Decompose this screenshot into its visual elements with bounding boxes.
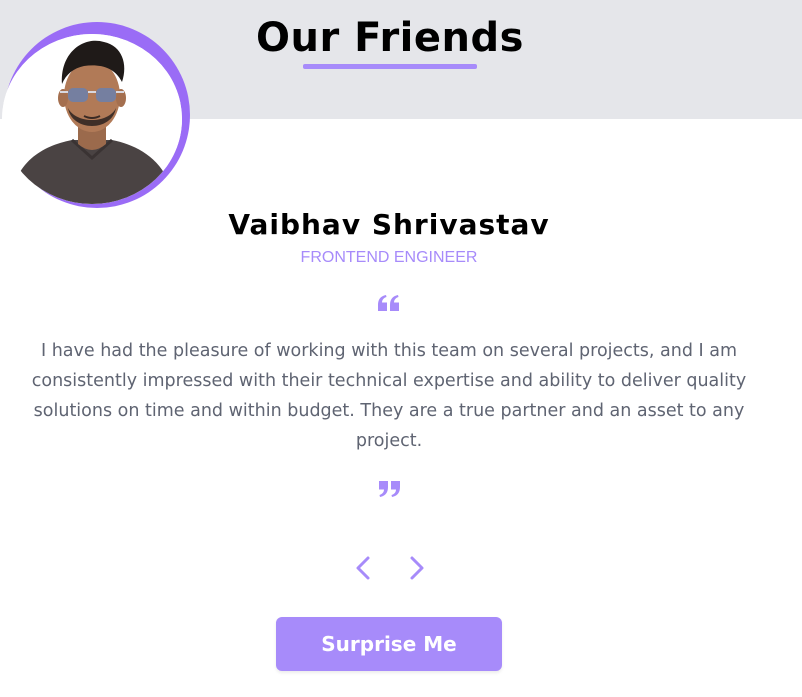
avatar-photo bbox=[2, 34, 182, 204]
title-underline bbox=[303, 64, 477, 69]
person-name: Vaibhav Shrivastav bbox=[228, 208, 550, 241]
chevron-right-icon bbox=[410, 556, 424, 580]
testimonial-text: I have had the pleasure of working with … bbox=[31, 341, 747, 451]
prev-button[interactable] bbox=[349, 553, 379, 583]
quote-right-icon bbox=[379, 481, 400, 497]
chevron-left-icon bbox=[356, 556, 370, 580]
testimonial-page: Our Friends Vaibhav Shrivastav FRONTEND … bbox=[0, 0, 802, 697]
quote-left-icon bbox=[378, 295, 399, 311]
avatar-frame bbox=[2, 22, 190, 208]
person-role: FRONTEND ENGINEER bbox=[300, 249, 478, 266]
avatar bbox=[2, 34, 182, 204]
next-button[interactable] bbox=[401, 553, 431, 583]
surprise-me-button[interactable]: Surprise Me bbox=[276, 617, 502, 671]
